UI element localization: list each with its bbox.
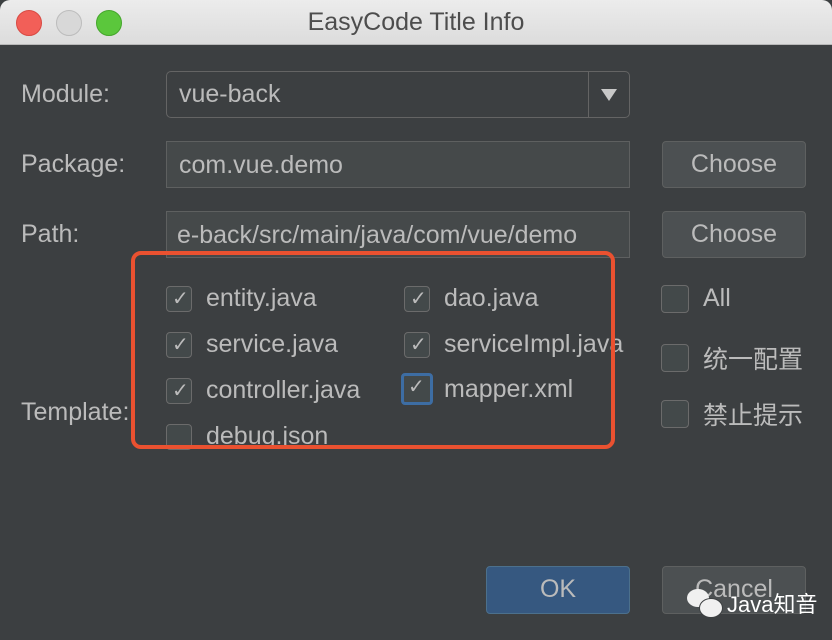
checkbox-label: controller.java	[206, 376, 361, 404]
watermark: Java知音	[687, 587, 817, 619]
option-checkbox-disable-prompt[interactable]: 禁止提示	[661, 396, 803, 432]
checkbox-label: entity.java	[206, 284, 317, 312]
template-checkbox-service[interactable]: ✓ service.java	[166, 330, 338, 359]
path-label: Path:	[21, 220, 80, 248]
checkmark-icon: ✓	[410, 333, 427, 356]
wechat-icon	[687, 589, 723, 618]
ok-button[interactable]: OK	[486, 566, 630, 614]
checkbox-label: service.java	[206, 330, 338, 358]
template-checkbox-serviceimpl[interactable]: ✓ serviceImpl.java	[404, 330, 623, 359]
module-dropdown-button[interactable]	[588, 72, 629, 117]
checkbox-label: All	[703, 284, 731, 312]
checkbox-label: debug.json	[206, 422, 329, 450]
checkbox-label: dao.java	[444, 284, 539, 312]
checkbox[interactable]: ✓	[404, 331, 430, 358]
checkmark-icon: ✓	[172, 333, 189, 356]
checkmark-icon: ✓	[410, 287, 427, 310]
watermark-text: Java知音	[727, 592, 818, 617]
template-label: Template:	[21, 398, 130, 426]
checkbox[interactable]: ✓	[401, 373, 433, 405]
checkbox-label: 统一配置	[703, 346, 804, 374]
chevron-down-icon	[601, 89, 617, 101]
choose-package-button[interactable]: Choose	[662, 141, 806, 188]
checkbox[interactable]: ✓	[166, 331, 192, 358]
title-bar: EasyCode Title Info	[0, 0, 832, 45]
template-checkbox-debug[interactable]: debug.json	[166, 422, 328, 451]
checkbox[interactable]	[661, 400, 689, 428]
checkbox-label: 禁止提示	[703, 402, 804, 430]
checkbox[interactable]	[166, 423, 192, 450]
choose-path-button[interactable]: Choose	[662, 211, 806, 258]
checkbox[interactable]: ✓	[166, 377, 192, 404]
package-input[interactable]: com.vue.demo	[166, 141, 630, 188]
checkmark-icon: ✓	[172, 379, 189, 402]
template-checkbox-entity[interactable]: ✓ entity.java	[166, 284, 317, 313]
path-input[interactable]: e-back/src/main/java/com/vue/demo	[166, 211, 630, 258]
checkmark-icon: ✓	[408, 376, 425, 398]
checkbox[interactable]: ✓	[166, 285, 192, 312]
package-label: Package:	[21, 150, 126, 178]
checkbox[interactable]	[661, 344, 689, 372]
checkbox-label: serviceImpl.java	[444, 330, 624, 358]
template-checkbox-controller[interactable]: ✓ controller.java	[166, 376, 360, 405]
option-checkbox-all[interactable]: All	[661, 284, 731, 313]
checkbox-label: mapper.xml	[444, 374, 574, 403]
module-select[interactable]: vue-back	[166, 71, 630, 118]
checkbox[interactable]: ✓	[404, 285, 430, 312]
module-select-value: vue-back	[179, 80, 281, 108]
option-checkbox-unified-config[interactable]: 统一配置	[661, 340, 803, 376]
checkmark-icon: ✓	[172, 287, 189, 310]
checkbox[interactable]	[661, 284, 689, 313]
template-checkbox-mapper[interactable]: ✓ mapper.xml	[401, 373, 574, 405]
window-title: EasyCode Title Info	[307, 8, 525, 36]
template-checkbox-dao[interactable]: ✓ dao.java	[404, 284, 539, 313]
module-label: Module:	[21, 80, 110, 108]
